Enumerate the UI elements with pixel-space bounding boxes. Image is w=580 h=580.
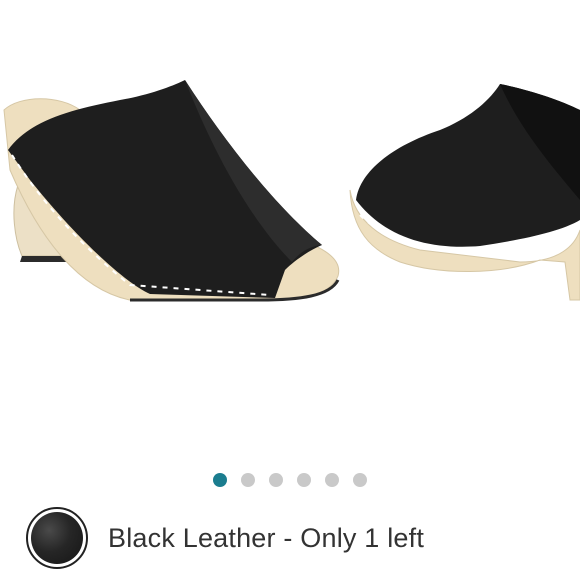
swatch-texture (31, 512, 83, 564)
carousel-dot-3[interactable] (269, 473, 283, 487)
carousel-dot-4[interactable] (297, 473, 311, 487)
product-image (3, 80, 580, 302)
product-image-gallery[interactable] (0, 0, 580, 460)
color-selection: Black Leather - Only 1 left (26, 507, 424, 569)
shoe-left-view (3, 80, 340, 302)
carousel-dot-6[interactable] (353, 473, 367, 487)
carousel-dots (0, 473, 580, 487)
color-swatch-black-leather[interactable] (26, 507, 88, 569)
color-availability-label: Black Leather - Only 1 left (108, 522, 425, 553)
shoe-right-view (349, 84, 580, 301)
carousel-dot-2[interactable] (241, 473, 255, 487)
carousel-dot-1[interactable] (213, 473, 227, 487)
carousel-dot-5[interactable] (325, 473, 339, 487)
